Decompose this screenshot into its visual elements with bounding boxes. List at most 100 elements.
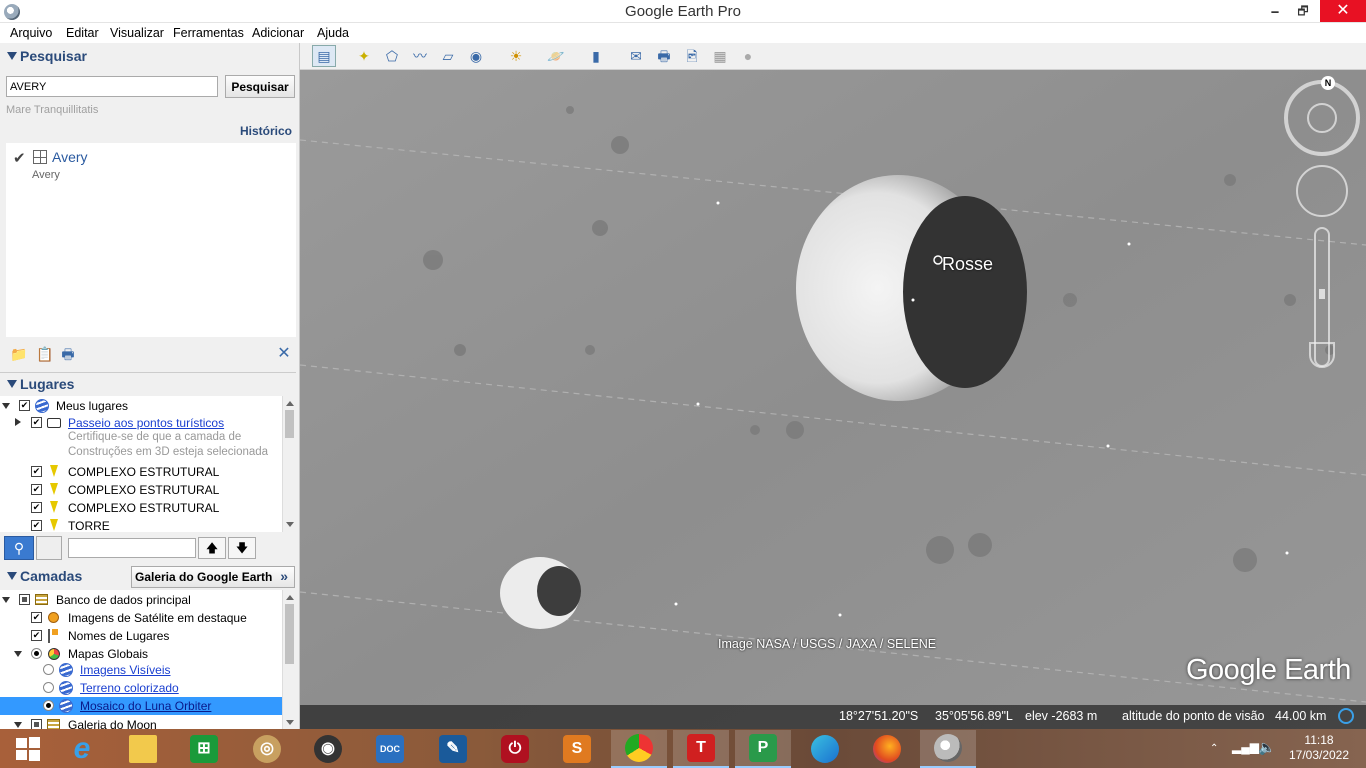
taskbar-internet-explorer[interactable]: e [54, 730, 110, 768]
history-link[interactable]: Histórico [240, 124, 292, 138]
checkbox[interactable] [31, 484, 42, 495]
move-up-icon[interactable]: 🡅 [198, 537, 226, 559]
tree-row-visible-imagery[interactable]: Imagens Visíveis [0, 661, 280, 679]
tree-row-placemark[interactable]: COMPLEXO ESTRUTURAL [0, 463, 280, 481]
tree-row-placemark[interactable]: TORRE [0, 517, 280, 532]
radio-button[interactable] [43, 664, 54, 675]
taskbar-edge[interactable] [797, 730, 853, 768]
taskbar-file-explorer[interactable] [115, 730, 171, 768]
layers-scrollbar[interactable] [282, 590, 296, 730]
taskbar-app-notes[interactable]: ✎ [425, 730, 481, 768]
tree-row-place-names[interactable]: Nomes de Lugares [0, 627, 280, 645]
add-placemark-icon[interactable]: ✦ [352, 45, 376, 67]
taskbar-app-doc[interactable]: DOC [362, 730, 418, 768]
crater-label[interactable]: Rosse [942, 254, 993, 275]
zoom-slider-thumb[interactable] [1319, 289, 1325, 299]
checkbox[interactable] [31, 630, 42, 641]
taskbar-firefox[interactable] [859, 730, 915, 768]
ruler-icon[interactable]: ▮ [584, 45, 608, 67]
save-image-icon[interactable]: 🖻 [680, 45, 704, 67]
sunlight-icon[interactable]: ☀ [504, 45, 528, 67]
tree-row-luna-orbiter-selected[interactable]: Mosaico do Luna Orbiter [0, 697, 282, 715]
taskbar-app-speaker[interactable]: ◉ [300, 730, 356, 768]
planets-icon[interactable]: 🪐 [544, 45, 568, 67]
checkbox[interactable] [31, 520, 42, 531]
expand-arrow-icon[interactable] [14, 651, 22, 657]
move-down-icon[interactable]: 🡇 [228, 537, 256, 559]
street-view-pegman-icon[interactable] [1309, 342, 1335, 368]
checkbox[interactable] [31, 502, 42, 513]
email-icon[interactable]: ✉ [624, 45, 648, 67]
compass-north-icon[interactable]: N [1321, 76, 1335, 90]
scroll-thumb[interactable] [285, 604, 294, 664]
scroll-up-icon[interactable] [286, 401, 294, 406]
lunar-surface[interactable] [300, 70, 1366, 731]
tree-row-colorized-terrain[interactable]: Terreno colorizado [0, 679, 280, 697]
taskbar-store[interactable]: ⊞ [176, 730, 232, 768]
places-panel-header[interactable]: Lugares [0, 372, 296, 396]
taskbar-app-s[interactable]: S [549, 730, 605, 768]
menu-visualizar[interactable]: Visualizar [110, 26, 164, 40]
tree-row-placemark[interactable]: COMPLEXO ESTRUTURAL [0, 481, 280, 499]
tree-row-moon-gallery[interactable]: Galeria do Moon [0, 716, 280, 730]
clear-results-icon[interactable]: ✕ [276, 346, 292, 362]
print-icon[interactable]: 🖶 [652, 45, 676, 67]
tree-row-placemark[interactable]: COMPLEXO ESTRUTURAL [0, 499, 280, 517]
add-folder-icon[interactable]: 📁 [10, 346, 27, 362]
tree-row-meus-lugares[interactable]: Meus lugares [0, 397, 280, 415]
taskbar-google-earth[interactable] [920, 730, 976, 768]
checkbox[interactable] [19, 400, 30, 411]
radio-button[interactable] [31, 648, 42, 659]
scroll-down-icon[interactable] [286, 720, 294, 725]
places-filter-input[interactable] [68, 538, 196, 558]
scroll-up-icon[interactable] [286, 595, 294, 600]
close-button[interactable]: ✕ [1320, 0, 1366, 22]
add-polygon-icon[interactable]: ⬠ [380, 45, 404, 67]
checkbox[interactable] [31, 612, 42, 623]
sidebar-toggle-icon[interactable]: ▤ [312, 45, 336, 67]
moon-map-view[interactable]: Rosse Image NASA / USGS / JAXA / SELENE … [300, 70, 1366, 731]
record-tour-icon[interactable]: ◉ [464, 45, 488, 67]
system-clock[interactable]: 11:18 17/03/2022 [1288, 733, 1350, 763]
tray-chevron-icon[interactable]: ⌃ [1210, 743, 1218, 754]
taskbar-app-disk[interactable]: ◎ [239, 730, 295, 768]
search-panel-header[interactable]: Pesquisar [0, 45, 296, 69]
search-button[interactable]: Pesquisar [225, 75, 295, 98]
network-icon[interactable]: ▂▄▆ [1232, 740, 1259, 754]
print-icon[interactable]: 🖶 [60, 346, 76, 362]
taskbar-app-p[interactable]: P [735, 730, 791, 768]
places-scrollbar[interactable] [282, 396, 296, 532]
expand-arrow-icon[interactable] [2, 403, 10, 409]
move-joystick[interactable] [1296, 165, 1348, 217]
compass-ring[interactable] [1284, 80, 1360, 156]
menu-adicionar[interactable]: Adicionar [252, 26, 304, 40]
add-path-icon[interactable]: 〰 [408, 45, 432, 67]
tree-row-label[interactable]: Imagens Visíveis [80, 663, 171, 677]
sightseeing-panel-button[interactable] [36, 536, 62, 560]
start-button[interactable] [0, 730, 56, 768]
menu-arquivo[interactable]: Arquivo [10, 26, 52, 40]
checkbox[interactable] [19, 594, 30, 605]
moon-icon[interactable]: ● [736, 45, 760, 67]
tree-row-label[interactable]: Passeio aos pontos turísticos [68, 416, 224, 430]
scroll-thumb[interactable] [285, 410, 294, 438]
taskbar-chrome[interactable] [611, 730, 667, 768]
tree-row-primary-database[interactable]: Banco de dados principal [0, 591, 280, 609]
radio-button[interactable] [43, 682, 54, 693]
checkbox[interactable] [31, 417, 42, 428]
menu-editar[interactable]: Editar [66, 26, 99, 40]
expand-arrow-icon[interactable] [15, 418, 21, 426]
tree-row-label[interactable]: Mosaico do Luna Orbiter [80, 699, 211, 713]
earth-gallery-button[interactable]: Galeria do Google Earth » [131, 566, 295, 588]
tree-row-label[interactable]: Terreno colorizado [80, 681, 179, 695]
copy-icon[interactable]: 📋 [36, 346, 53, 362]
expand-arrow-icon[interactable] [2, 597, 10, 603]
menu-ferramentas[interactable]: Ferramentas [173, 26, 244, 40]
search-places-button[interactable]: ⚲ [4, 536, 34, 560]
volume-icon[interactable]: 🔈 [1258, 739, 1275, 756]
checkbox[interactable] [31, 466, 42, 477]
expand-arrow-icon[interactable] [14, 722, 22, 728]
result-title[interactable]: Avery [52, 149, 88, 165]
taskbar-app-t[interactable]: T [673, 730, 729, 768]
look-joystick[interactable] [1307, 103, 1337, 133]
